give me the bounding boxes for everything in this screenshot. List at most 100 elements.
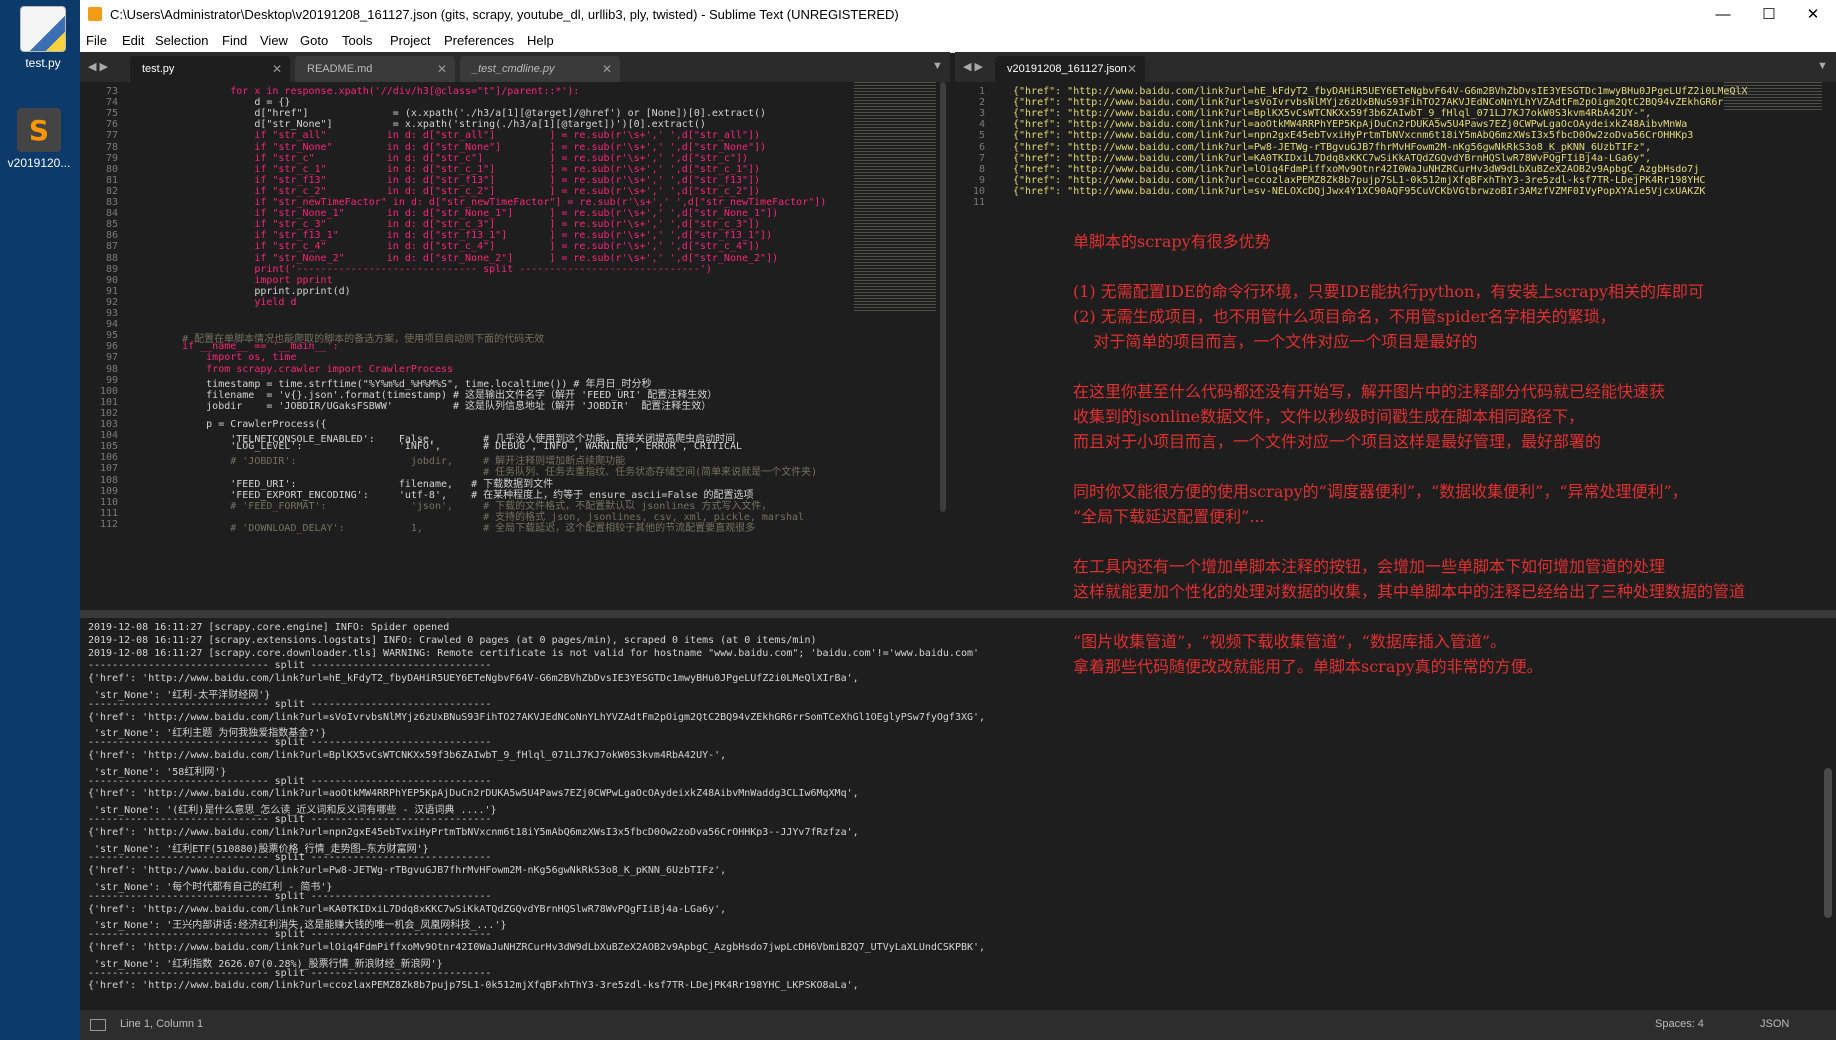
line-number: 111 xyxy=(99,507,118,519)
line-number: 83 xyxy=(105,197,118,208)
line-number: 80 xyxy=(105,163,118,175)
panel-toggle-icon[interactable] xyxy=(90,1019,106,1031)
console-line: {'href': 'http://www.baidu.com/link?url=… xyxy=(88,980,859,992)
annotation-line: “全局下载延迟配置便利”... xyxy=(1073,507,1265,526)
line-number: 82 xyxy=(105,185,118,197)
console-line: 'str_None': '58红利网'} xyxy=(88,766,227,778)
line-number: 87 xyxy=(105,241,118,253)
line-number: 91 xyxy=(105,285,118,297)
console-line: 'str_None': '红利指数 2626.07(0.28%)_股票行情_新浪… xyxy=(88,958,443,970)
annotation-line: (1) 无需配置IDE的命令行环境，只要IDE能执行python，有安装上scr… xyxy=(1073,282,1705,301)
python-file-icon xyxy=(20,6,66,52)
line-number: 102 xyxy=(99,407,118,419)
line-number: 11 xyxy=(972,197,985,208)
code-editor-right[interactable]: 1 {"href": "http://www.baidu.com/link?url… xyxy=(955,82,1836,676)
sublime-file-icon xyxy=(17,108,61,152)
tab-nav-arrows[interactable]: ◀ ▶ xyxy=(963,60,983,73)
annotation-line: 而且对于小项目而言，一个文件对应一个项目这样是最好管理，最好部署的 xyxy=(1073,432,1602,451)
menu-selection[interactable]: Selection xyxy=(155,33,208,48)
tab-label: _test_cmdline.py xyxy=(472,63,555,75)
maximize-button[interactable]: ☐ xyxy=(1746,0,1792,30)
line-number: 109 xyxy=(99,485,118,497)
line-number: 101 xyxy=(99,396,118,408)
desktop-icon-label: test.py xyxy=(25,56,61,70)
tab-nav-arrows[interactable]: ◀ ▶ xyxy=(88,60,108,73)
line-number: 4 xyxy=(978,119,985,131)
json-line: {"href": "http://www.baidu.com/link?url=… xyxy=(1013,185,1706,197)
console-line: {'href': 'http://www.baidu.com/link?url=… xyxy=(88,942,986,953)
annotation-line: “图片收集管道”，“视频下载收集管道”，“数据库插入管道”。 xyxy=(1073,632,1507,651)
line-number: 112 xyxy=(99,518,118,530)
menu-help[interactable]: Help xyxy=(527,33,554,48)
code-editor-left[interactable]: 73 74 75 76 77 78 79 80 81 82 83 84 85 86 87 88 89 90 91 92… xyxy=(80,82,950,610)
minimap[interactable] xyxy=(1724,82,1822,112)
tab-test-py[interactable]: test.py ✕ xyxy=(130,56,290,82)
menu-preferences[interactable]: Preferences xyxy=(444,33,514,48)
tab-json-file[interactable]: v20191208_161127.json ✕ xyxy=(995,56,1145,82)
annotation-line: (2) 无需生成项目，也不用管什么项目命名，不用管spider名字相关的繁琐， xyxy=(1073,307,1616,326)
tab-close-icon[interactable]: ✕ xyxy=(1127,56,1137,82)
line-number: 6 xyxy=(978,141,985,153)
panel-splitter[interactable] xyxy=(80,610,1836,618)
console-scrollbar[interactable] xyxy=(1824,768,1832,918)
desktop-icon-json[interactable]: v2019120... xyxy=(4,108,74,170)
tab-close-icon[interactable]: ✕ xyxy=(272,56,282,82)
title-bar[interactable]: C:\Users\Administrator\Desktop\v20191208… xyxy=(80,0,1836,30)
line-number: 98 xyxy=(105,363,118,375)
line-number: 108 xyxy=(99,474,118,486)
console-line: ------------------------------ split ---… xyxy=(88,929,492,941)
console-line: {'href': 'http://www.baidu.com/link?url=… xyxy=(88,711,986,723)
line-number: 3 xyxy=(978,108,985,120)
line-number: 76 xyxy=(105,119,118,131)
line-number: 106 xyxy=(99,452,118,464)
close-button[interactable]: ✕ xyxy=(1790,0,1836,30)
line-number: 85 xyxy=(105,219,118,231)
indentation-setting[interactable]: Spaces: 4 xyxy=(1655,1018,1704,1030)
tab-test-cmdline[interactable]: _test_cmdline.py ✕ xyxy=(460,56,620,82)
line-number: 100 xyxy=(99,385,118,397)
line-number: 1 xyxy=(978,86,985,97)
minimize-button[interactable]: — xyxy=(1700,0,1746,30)
code-line: # 'DOWNLOAD_DELAY': 1, # 全局下载延迟，这个配置相较于其… xyxy=(158,522,756,534)
annotation-line: 同时你又能很方便的使用scrapy的“调度器便利”，“数据收集便利”，“异常处理… xyxy=(1073,482,1688,501)
line-number: 73 xyxy=(105,86,118,97)
tab-label: README.md xyxy=(307,63,373,75)
menu-goto[interactable]: Goto xyxy=(300,33,328,48)
line-number: 7 xyxy=(978,152,985,164)
line-number: 104 xyxy=(99,430,118,442)
console-line: 'str_None': '每个时代都有自己的红利 - 简书'} xyxy=(88,882,333,893)
menu-file[interactable]: File xyxy=(86,33,107,48)
line-number: 88 xyxy=(105,252,118,264)
syntax-selector[interactable]: JSON xyxy=(1760,1018,1789,1030)
desktop-icon-test-py[interactable]: test.py xyxy=(8,6,78,70)
line-number: 96 xyxy=(105,341,118,353)
tab-dropdown-icon[interactable]: ▼ xyxy=(932,60,943,72)
vertical-scrollbar[interactable] xyxy=(940,82,946,512)
line-number: 93 xyxy=(105,308,118,319)
minimap[interactable] xyxy=(854,82,936,312)
menu-edit[interactable]: Edit xyxy=(122,33,144,48)
annotation-line: 拿着那些代码随便改改就能用了。单脚本scrapy真的非常的方便。 xyxy=(1073,657,1543,676)
menu-bar: File Edit Selection Find View Goto Tools… xyxy=(80,30,1836,53)
line-number: 84 xyxy=(105,208,118,220)
console-line: ------------------------------ split ---… xyxy=(88,660,492,672)
output-console[interactable]: 2019-12-08 16:11:27 [scrapy.core.engine]… xyxy=(80,618,1836,1010)
tab-readme[interactable]: README.md ✕ xyxy=(295,56,455,82)
console-line: 'str_None': '红利-太平洋财经网'} xyxy=(88,690,271,701)
annotation-line: 收集到的jsonline数据文件，文件以秒级时间戳生成在脚本相同路径下， xyxy=(1073,407,1585,426)
console-line: 'str_None': '红利主题 为何我独爱指数基金?'} xyxy=(88,728,327,740)
tab-dropdown-icon[interactable]: ▼ xyxy=(1817,60,1828,72)
line-number: 81 xyxy=(105,174,118,186)
tab-close-icon[interactable]: ✕ xyxy=(437,56,447,82)
line-number: 10 xyxy=(972,185,985,197)
menu-view[interactable]: View xyxy=(260,33,288,48)
line-number-gutter: 73 74 75 76 77 78 79 80 81 82 83 84 85 86 87 88 89 90 91 92… xyxy=(80,82,130,610)
menu-find[interactable]: Find xyxy=(222,33,247,48)
line-number: 8 xyxy=(978,163,985,175)
console-line: 'str_None': '(红利)是什么意思_怎么读_近义词和反义词有哪些 - … xyxy=(88,805,497,817)
code-line: jobdir = 'JOBDIR/UGaksFSBWW' # 这是队列信息地址（… xyxy=(158,400,712,412)
cursor-position: Line 1, Column 1 xyxy=(120,1018,204,1030)
menu-project[interactable]: Project xyxy=(390,33,430,48)
menu-tools[interactable]: Tools xyxy=(342,33,372,48)
tab-close-icon[interactable]: ✕ xyxy=(602,56,612,82)
